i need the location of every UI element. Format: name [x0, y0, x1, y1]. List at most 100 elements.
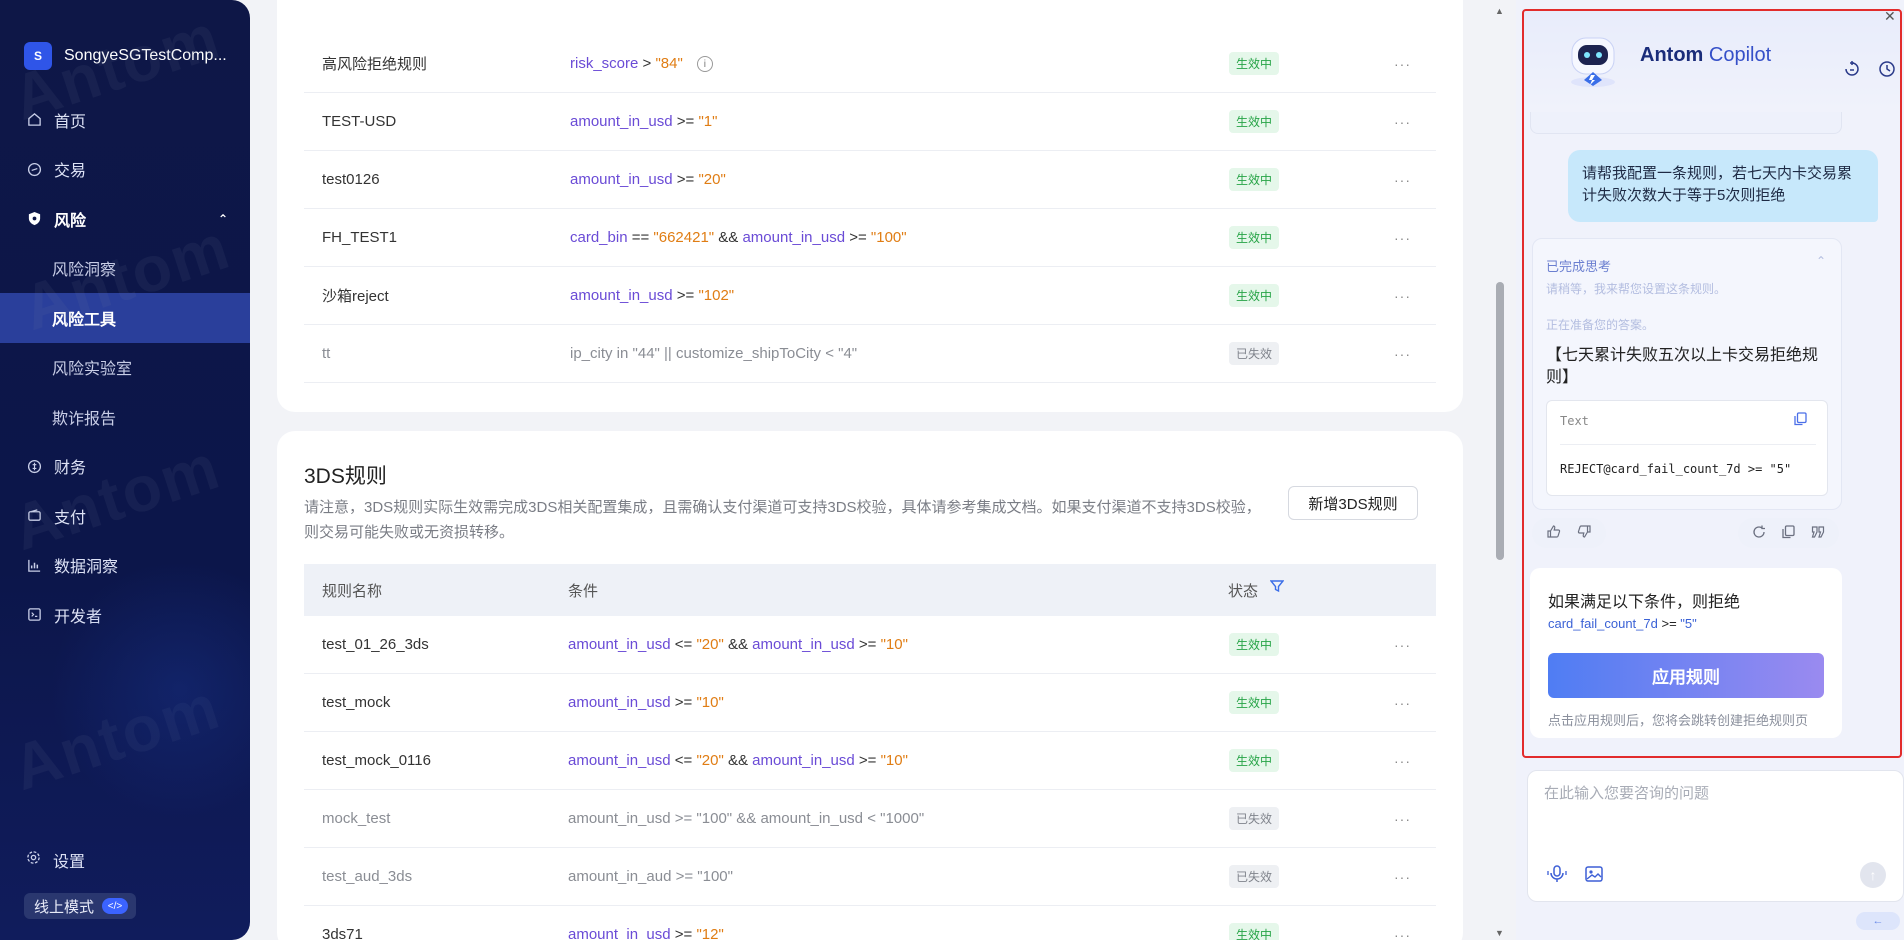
more-actions-icon[interactable]: ··· — [1394, 346, 1411, 362]
rule-condition: amount_in_usd >= "102" — [570, 287, 734, 304]
chat-input[interactable] — [1544, 785, 1884, 802]
rule-name: 沙箱reject — [322, 288, 389, 305]
column-header-status: 状态 — [1228, 582, 1259, 600]
company-name: SongyeSGTestComp... — [64, 47, 227, 64]
section-title: 3DS规则 — [304, 465, 387, 488]
condition-token: amount_in_usd — [742, 229, 846, 246]
rule-name: FH_TEST1 — [322, 229, 398, 246]
collapse-panel-button[interactable]: ← — [1856, 912, 1900, 930]
more-actions-icon[interactable]: ··· — [1394, 637, 1411, 653]
table-row[interactable]: test0126 amount_in_usd >= "20" 生效中 ··· — [304, 151, 1436, 209]
sidebar-item-risk-tools[interactable]: 风险工具 — [0, 293, 250, 343]
status-badge: 已失效 — [1229, 807, 1280, 830]
mode-switch[interactable]: 线上模式 </> — [24, 893, 137, 919]
table-row[interactable]: test_01_26_3ds amount_in_usd <= "20" && a… — [304, 616, 1436, 674]
condition-token: "662421" — [653, 229, 715, 246]
more-actions-icon[interactable]: ··· — [1394, 288, 1411, 304]
sidebar-item-transaction[interactable]: 交易 — [0, 145, 250, 195]
more-actions-icon[interactable]: ··· — [1394, 230, 1411, 246]
status-badge: 已失效 — [1229, 865, 1280, 888]
condition-token: amount_in_usd — [752, 636, 855, 653]
add-3ds-rule-button[interactable]: 新增3DS规则 — [1288, 486, 1418, 520]
condition-token: >= — [672, 113, 699, 130]
condition-token: amount_in_usd — [570, 287, 673, 304]
sidebar: S SongyeSGTestComp... 首页 交易 风险 ⌃ 风险洞察 风险… — [0, 0, 250, 940]
column-header-name: 规则名称 — [322, 582, 383, 600]
rule-condition: card_bin == "662421" && amount_in_usd >=… — [570, 229, 907, 246]
sidebar-item-fraud-report[interactable]: 欺诈报告 — [0, 392, 250, 442]
sidebar-item-risk-lab[interactable]: 风险实验室 — [0, 343, 250, 393]
info-icon[interactable]: i — [696, 56, 713, 73]
main-scrollbar-thumb[interactable] — [1496, 282, 1504, 560]
condition-token: card_bin — [570, 229, 628, 246]
table-row[interactable]: TEST-USD amount_in_usd >= "1" 生效中 ··· — [304, 93, 1436, 151]
condition-token: "1" — [698, 113, 718, 130]
more-actions-icon[interactable]: ··· — [1394, 869, 1411, 885]
table-row[interactable]: tt ip_city in "44" || customize_shipToCit… — [304, 325, 1436, 383]
rule-name: test_aud_3ds — [322, 868, 413, 885]
status-badge: 生效中 — [1229, 110, 1280, 133]
sidebar-item-data-insight[interactable]: 数据洞察 — [0, 541, 250, 591]
sidebar-nav: 首页 交易 风险 ⌃ 风险洞察 风险工具 风险实验室 欺诈报告 财务 支付 数据… — [0, 95, 250, 640]
sidebar-item-settings[interactable]: 设置 — [26, 848, 85, 872]
table-row[interactable]: 沙箱reject amount_in_usd >= "102" 生效中 ··· — [304, 267, 1436, 325]
rule-name: tt — [322, 345, 331, 362]
table-row[interactable]: 3ds71 amount_in_usd >= "12" 生效中 ··· — [304, 906, 1436, 940]
condition-token: amount_in_usd — [752, 752, 855, 769]
account-switcher[interactable]: S SongyeSGTestComp... — [24, 42, 227, 70]
status-badge: 生效中 — [1229, 749, 1280, 772]
sidebar-item-finance[interactable]: 财务 — [0, 442, 250, 492]
more-actions-icon[interactable]: ··· — [1394, 56, 1411, 72]
sidebar-item-label: 交易 — [54, 163, 87, 181]
send-button[interactable]: ↑ — [1860, 862, 1886, 888]
more-actions-icon[interactable]: ··· — [1394, 114, 1411, 130]
rule-name: TEST-USD — [322, 113, 397, 130]
condition-token: >= — [854, 636, 881, 653]
table-row[interactable]: test_mock amount_in_usd >= "10" 生效中 ··· — [304, 674, 1436, 732]
sidebar-item-risk[interactable]: 风险 ⌃ — [0, 194, 250, 244]
column-header-condition: 条件 — [568, 582, 599, 600]
more-actions-icon[interactable]: ··· — [1394, 753, 1411, 769]
more-actions-icon[interactable]: ··· — [1394, 172, 1411, 188]
image-upload-icon[interactable] — [1584, 864, 1604, 889]
condition-token: == — [627, 229, 654, 246]
sidebar-item-label: 财务 — [54, 460, 87, 478]
table-row[interactable]: 高风险拒绝规则 risk_score > "84" i 生效中 ··· — [304, 35, 1436, 93]
condition-token: "20" — [698, 171, 726, 188]
more-actions-icon[interactable]: ··· — [1394, 927, 1411, 940]
table-row[interactable]: test_mock_0116 amount_in_usd <= "20" && a… — [304, 732, 1436, 790]
condition-token: amount_in_usd — [568, 694, 671, 711]
sidebar-item-payment[interactable]: 支付 — [0, 491, 250, 541]
condition-token: "10" — [880, 752, 908, 769]
scroll-down-arrow-icon[interactable]: ▼ — [1495, 928, 1504, 938]
rule-condition: amount_in_usd >= "20" — [570, 171, 726, 188]
sidebar-item-label: 风险 — [54, 212, 87, 230]
filter-icon[interactable] — [1269, 579, 1285, 597]
scroll-up-arrow-icon[interactable]: ▲ — [1495, 6, 1504, 16]
table-row[interactable]: mock_test amount_in_usd >= "100" && amoun… — [304, 790, 1436, 848]
condition-token: >= — [854, 752, 881, 769]
sidebar-item-developer[interactable]: 开发者 — [0, 590, 250, 640]
sidebar-item-label: 首页 — [54, 113, 87, 131]
condition-token: >= — [670, 694, 697, 711]
voice-input-icon[interactable] — [1546, 864, 1568, 889]
rule-condition: amount_in_usd <= "20" && amount_in_usd >… — [568, 636, 908, 653]
condition-token: amount_in_usd — [568, 752, 671, 769]
condition-token: "102" — [698, 287, 735, 304]
sidebar-item-home[interactable]: 首页 — [0, 95, 250, 145]
status-badge: 生效中 — [1229, 691, 1280, 714]
transaction-icon — [26, 161, 42, 177]
code-icon — [26, 607, 42, 623]
rule-name: test_mock_0116 — [322, 752, 431, 769]
chart-icon — [26, 557, 42, 573]
status-badge: 生效中 — [1229, 923, 1280, 940]
condition-token: <= — [670, 752, 697, 769]
more-actions-icon[interactable]: ··· — [1394, 811, 1411, 827]
table-row[interactable]: FH_TEST1 card_bin == "662421" && amount_i… — [304, 209, 1436, 267]
more-actions-icon[interactable]: ··· — [1394, 695, 1411, 711]
sidebar-item-risk-insight[interactable]: 风险洞察 — [0, 244, 250, 294]
condition-token: amount_in_usd — [570, 171, 673, 188]
condition-token: "10" — [880, 636, 908, 653]
table-row[interactable]: test_aud_3ds amount_in_aud >= "100" 已失效 ··· — [304, 848, 1436, 906]
wallet-icon — [26, 508, 42, 524]
